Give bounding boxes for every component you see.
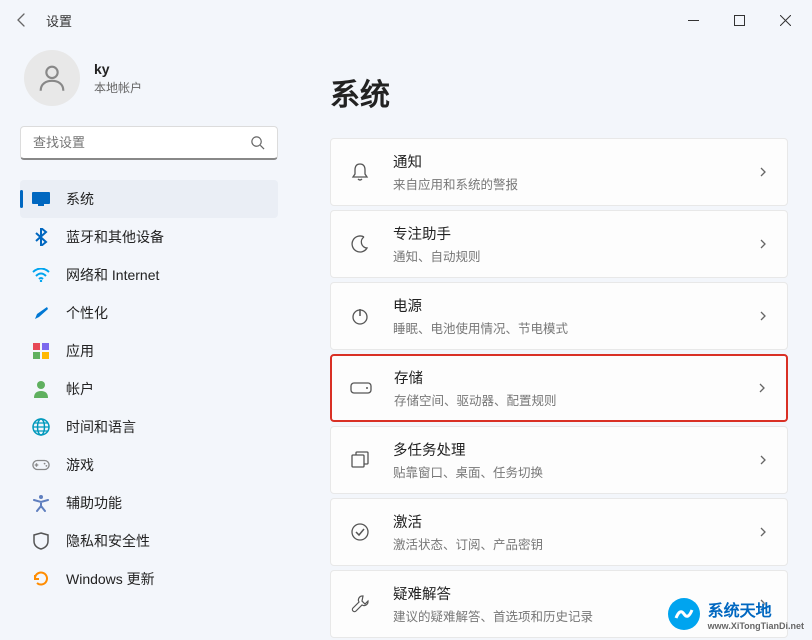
card-title: 通知 (393, 151, 757, 172)
card-title: 多任务处理 (393, 439, 757, 460)
wifi-icon (32, 266, 50, 284)
chevron-right-icon (757, 310, 769, 322)
moon-icon (349, 233, 371, 255)
sidebar-item-label: 时间和语言 (66, 417, 136, 437)
power-icon (349, 305, 371, 327)
user-subtitle: 本地帐户 (94, 79, 142, 96)
sidebar-item-label: 辅助功能 (66, 493, 122, 513)
titlebar: 设置 (0, 0, 812, 40)
storage-icon (350, 377, 372, 399)
maximize-button[interactable] (716, 4, 762, 36)
close-button[interactable] (762, 4, 808, 36)
settings-card-check[interactable]: 激活激活状态、订阅、产品密钥 (330, 498, 788, 566)
settings-card-storage[interactable]: 存储存储空间、驱动器、配置规则 (330, 354, 788, 422)
user-name: ky (94, 61, 142, 77)
settings-card-bell[interactable]: 通知来自应用和系统的警报 (330, 138, 788, 206)
system-icon (32, 190, 50, 208)
sidebar-item-globe[interactable]: 时间和语言 (20, 408, 278, 446)
shield-icon (32, 532, 50, 550)
nav-list: 系统蓝牙和其他设备网络和 Internet 个性化应用帐户时间和语言游戏辅助功能隐… (20, 180, 300, 598)
minimize-icon (688, 15, 699, 26)
apps-icon (32, 342, 50, 360)
person-icon (32, 380, 50, 398)
page-title: 系统 (330, 70, 788, 114)
watermark-logo-icon (666, 596, 702, 632)
sidebar-item-shield[interactable]: 隐私和安全性 (20, 522, 278, 560)
chevron-right-icon (757, 454, 769, 466)
sidebar-item-label: 隐私和安全性 (66, 531, 150, 551)
sidebar-item-brush[interactable]: 个性化 (20, 294, 278, 332)
sidebar-item-label: 帐户 (66, 379, 94, 399)
person-icon (35, 61, 69, 95)
globe-icon (32, 418, 50, 436)
watermark-text: 系统天地 (708, 603, 772, 620)
window-controls (670, 4, 808, 36)
sidebar-item-wifi[interactable]: 网络和 Internet (20, 256, 278, 294)
settings-card-moon[interactable]: 专注助手通知、自动规则 (330, 210, 788, 278)
sidebar-item-system[interactable]: 系统 (20, 180, 278, 218)
card-title: 存储 (394, 367, 756, 388)
sidebar-item-bluetooth[interactable]: 蓝牙和其他设备 (20, 218, 278, 256)
card-subtitle: 通知、自动规则 (393, 246, 757, 265)
content-area: 系统 通知来自应用和系统的警报专注助手通知、自动规则电源睡眠、电池使用情况、节电… (300, 40, 812, 640)
chevron-right-icon (757, 526, 769, 538)
card-subtitle: 存储空间、驱动器、配置规则 (394, 390, 756, 409)
sidebar-item-person[interactable]: 帐户 (20, 370, 278, 408)
sidebar: ky 本地帐户 系统蓝牙和其他设备网络和 Internet 个性化应用帐户时间和语… (0, 40, 300, 640)
sidebar-item-label: 系统 (66, 189, 94, 209)
search-box[interactable] (20, 126, 278, 160)
sidebar-item-label: 蓝牙和其他设备 (66, 227, 164, 247)
watermark-sub: www.XiTongTianDi.net (708, 621, 804, 631)
card-subtitle: 睡眠、电池使用情况、节电模式 (393, 318, 757, 337)
watermark: 系统天地 www.XiTongTianDi.net (666, 596, 804, 632)
bluetooth-icon (32, 228, 50, 246)
minimize-button[interactable] (670, 4, 716, 36)
chevron-right-icon (756, 382, 768, 394)
check-icon (349, 521, 371, 543)
search-icon (250, 135, 265, 150)
sidebar-item-gamepad[interactable]: 游戏 (20, 446, 278, 484)
settings-card-multitask[interactable]: 多任务处理贴靠窗口、桌面、任务切换 (330, 426, 788, 494)
gamepad-icon (32, 456, 50, 474)
card-subtitle: 贴靠窗口、桌面、任务切换 (393, 462, 757, 481)
sidebar-item-label: 网络和 Internet (66, 265, 159, 285)
card-subtitle: 来自应用和系统的警报 (393, 174, 757, 193)
sidebar-item-label: 游戏 (66, 455, 94, 475)
multitask-icon (349, 449, 371, 471)
sidebar-item-label: 个性化 (66, 303, 108, 323)
maximize-icon (734, 15, 745, 26)
bell-icon (349, 161, 371, 183)
brush-icon (32, 304, 50, 322)
back-button[interactable] (4, 2, 40, 38)
close-icon (780, 15, 791, 26)
card-title: 专注助手 (393, 223, 757, 244)
update-icon (32, 570, 50, 588)
settings-card-power[interactable]: 电源睡眠、电池使用情况、节电模式 (330, 282, 788, 350)
sidebar-item-label: Windows 更新 (66, 569, 155, 589)
card-title: 电源 (393, 295, 757, 316)
avatar (24, 50, 80, 106)
card-title: 激活 (393, 511, 757, 532)
arrow-left-icon (14, 12, 30, 28)
accessibility-icon (32, 494, 50, 512)
card-subtitle: 激活状态、订阅、产品密钥 (393, 534, 757, 553)
sidebar-item-update[interactable]: Windows 更新 (20, 560, 278, 598)
chevron-right-icon (757, 238, 769, 250)
wrench-icon (349, 593, 371, 615)
window-title: 设置 (46, 11, 72, 30)
search-input[interactable] (33, 135, 250, 150)
sidebar-item-label: 应用 (66, 341, 94, 361)
sidebar-item-apps[interactable]: 应用 (20, 332, 278, 370)
user-info[interactable]: ky 本地帐户 (20, 50, 300, 106)
sidebar-item-accessibility[interactable]: 辅助功能 (20, 484, 278, 522)
cards-list: 通知来自应用和系统的警报专注助手通知、自动规则电源睡眠、电池使用情况、节电模式存… (330, 138, 788, 640)
chevron-right-icon (757, 166, 769, 178)
